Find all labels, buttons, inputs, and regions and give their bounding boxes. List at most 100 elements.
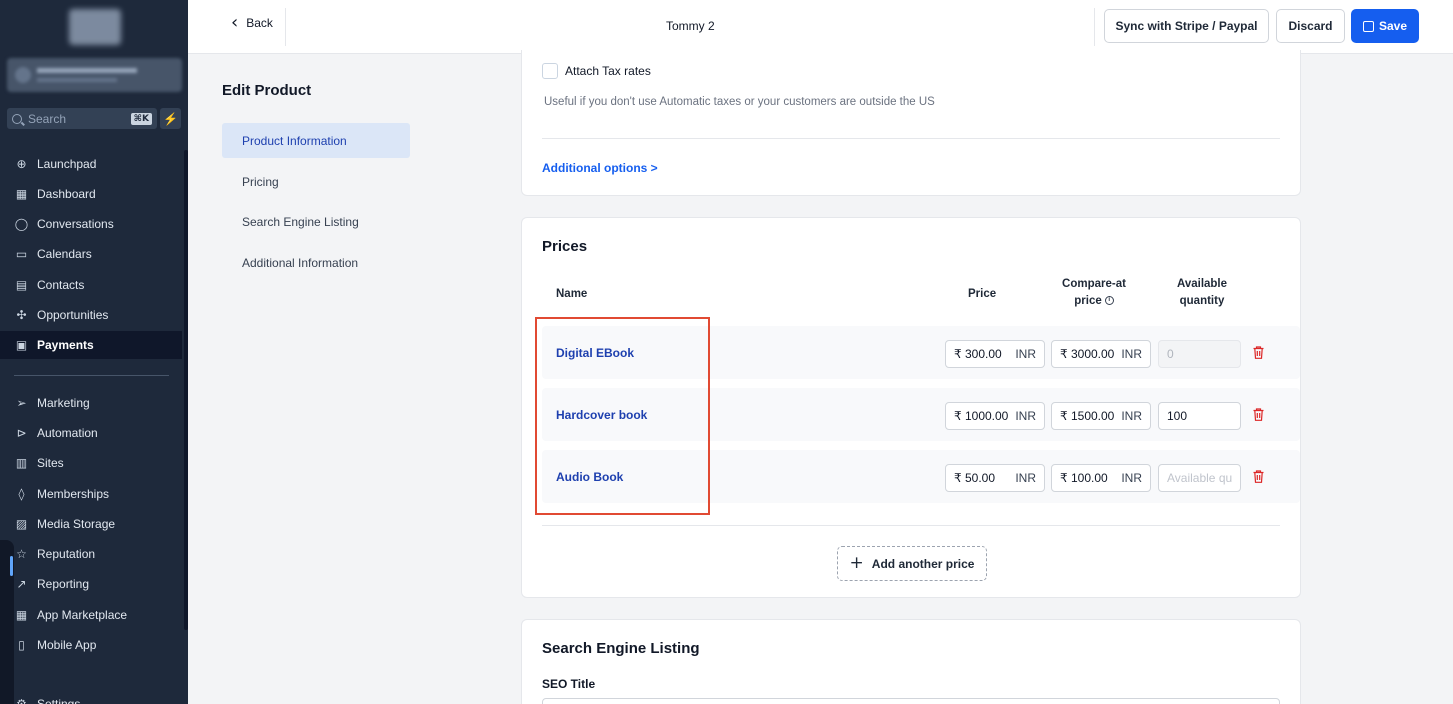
price-names-highlight [535,317,710,515]
sidebar-item-label: Launchpad [37,157,97,171]
info-icon[interactable]: i [1104,296,1114,306]
sidebar-item-settings[interactable]: ⚙ Settings [0,690,182,704]
topbar: ‹ Back Tommy 2 Sync with Stripe / Paypal… [188,0,1453,54]
compare-at-price-input[interactable]: ₹ 100.00 INR [1051,464,1151,492]
sidebar-item-label: Payments [37,338,94,352]
sidebar-item-label: Reputation [37,547,96,561]
rocket-icon: ⊕ [16,157,27,171]
header-available-quantity: Available quantity [1176,278,1228,307]
sidebar-item-marketing[interactable]: ➢ Marketing [0,389,182,417]
sync-stripe-paypal-button[interactable]: Sync with Stripe / Paypal [1104,9,1269,43]
sidebar-item-label: Mobile App [37,638,97,652]
available-quantity-input[interactable]: 100 [1158,402,1241,430]
header-price: Price [968,288,997,300]
discard-button[interactable]: Discard [1276,9,1345,43]
trash-icon[interactable] [1253,470,1264,483]
back-button[interactable]: ‹ Back [231,14,273,32]
sidebar-item-label: Opportunities [37,308,109,322]
compare-at-price-input[interactable]: ₹ 3000.00 INR [1051,340,1151,368]
sidebar-item-calendars[interactable]: ▭ Calendars [0,240,182,268]
trash-icon[interactable] [1253,408,1264,421]
contacts-icon: ▤ [15,278,28,292]
apps-icon: ▦ [15,608,28,622]
additional-options-link[interactable]: Additional options > [542,161,658,175]
sidebar-item-launchpad[interactable]: ⊕ Launchpad [0,150,182,178]
available-quantity-input[interactable]: 0 [1158,340,1241,368]
seo-title-label: SEO Title [542,677,596,691]
menu-additional-information[interactable]: Additional Information [222,245,410,280]
payments-icon: ▣ [15,338,28,352]
sidebar-item-label: Calendars [37,247,92,261]
compare-at-price-input[interactable]: ₹ 1500.00 INR [1051,402,1151,430]
sites-icon: ▥ [15,456,28,470]
chevron-left-icon: ‹ [231,12,239,33]
chat-icon: ◯ [14,217,29,231]
price-input[interactable]: ₹ 300.00 INR [945,340,1045,368]
sidebar-item-label: Sites [37,456,64,470]
sidebar-item-label: Automation [37,426,98,440]
add-another-price-button[interactable]: + Add another price [837,546,987,581]
sidebar-item-dashboard[interactable]: ▦ Dashboard [0,180,182,208]
menu-search-engine-listing[interactable]: Search Engine Listing [222,204,410,239]
mobile-icon: ▯ [18,638,25,652]
trend-icon: ↗ [16,577,27,591]
sidebar-scrollbar[interactable] [184,150,188,630]
page-title: Tommy 2 [666,19,715,33]
attach-tax-label: Attach Tax rates [565,64,651,78]
image-icon: ▨ [15,517,28,531]
available-quantity-input[interactable]: Available qu [1158,464,1241,492]
save-button[interactable]: Save [1351,9,1419,43]
trash-icon[interactable] [1253,346,1264,359]
sidebar-search[interactable]: Search ⌘K [7,108,157,129]
sidebar-item-label: Dashboard [37,187,96,201]
sidebar-item-automation[interactable]: ⊳ Automation [0,419,182,447]
sidebar-item-mobile-app[interactable]: ▯ Mobile App [0,631,182,659]
price-input[interactable]: ₹ 1000.00 INR [945,402,1045,430]
gear-icon: ⚙ [16,697,27,704]
price-input[interactable]: ₹ 50.00 INR [945,464,1045,492]
sidebar-item-reporting[interactable]: ↗ Reporting [0,570,182,598]
seo-card: Search Engine Listing SEO Title [521,619,1301,704]
sidebar-item-contacts[interactable]: ▤ Contacts [0,271,182,299]
sidebar-item-media-storage[interactable]: ▨ Media Storage [0,510,182,538]
quick-action-bolt-icon[interactable]: ⚡ [160,108,181,129]
plus-icon: + [849,553,864,573]
prices-title: Prices [542,238,588,255]
sidebar-item-label: Reporting [37,577,90,591]
tax-card: Attach Tax rates Useful if you don't use… [521,50,1301,196]
memberships-icon: ◊ [18,487,25,501]
sidebar-item-label: Settings [37,697,81,704]
menu-pricing[interactable]: Pricing [222,164,410,199]
sidebar-item-app-marketplace[interactable]: ▦ App Marketplace [0,601,182,629]
sidebar-item-memberships[interactable]: ◊ Memberships [0,480,182,508]
sidebar-item-reputation[interactable]: ☆ Reputation [0,540,182,568]
grid-icon: ▦ [15,187,28,201]
attach-tax-checkbox[interactable] [542,63,558,79]
sidebar-item-label: Contacts [37,278,85,292]
currency-label: INR [1015,409,1036,423]
calendar-icon: ▭ [15,247,28,261]
automation-icon: ⊳ [16,426,27,440]
currency-label: INR [1015,347,1036,361]
header-compare-at-price: Compare-at price i [1062,278,1126,307]
sidebar-item-label: App Marketplace [37,608,128,622]
currency-label: INR [1121,347,1142,361]
currency-label: INR [1121,409,1142,423]
currency-label: INR [1015,471,1036,485]
sidebar-item-conversations[interactable]: ◯ Conversations [0,210,182,238]
account-switcher[interactable] [7,58,182,92]
currency-label: INR [1121,471,1142,485]
seo-title-input[interactable] [542,698,1280,704]
account-avatar [15,67,31,83]
send-icon: ➢ [16,396,27,410]
sidebar-item-payments[interactable]: ▣ Payments [0,331,182,359]
search-shortcut: ⌘K [130,112,152,125]
search-icon [12,113,22,124]
save-disk-icon [1362,20,1374,32]
tax-hint: Useful if you don't use Automatic taxes … [544,96,935,108]
menu-product-information[interactable]: Product Information [222,123,410,158]
seo-title: Search Engine Listing [542,640,700,657]
sidebar-item-opportunities[interactable]: ✣ Opportunities [0,301,182,329]
search-placeholder: Search [28,111,67,126]
sidebar-item-sites[interactable]: ▥ Sites [0,449,182,477]
